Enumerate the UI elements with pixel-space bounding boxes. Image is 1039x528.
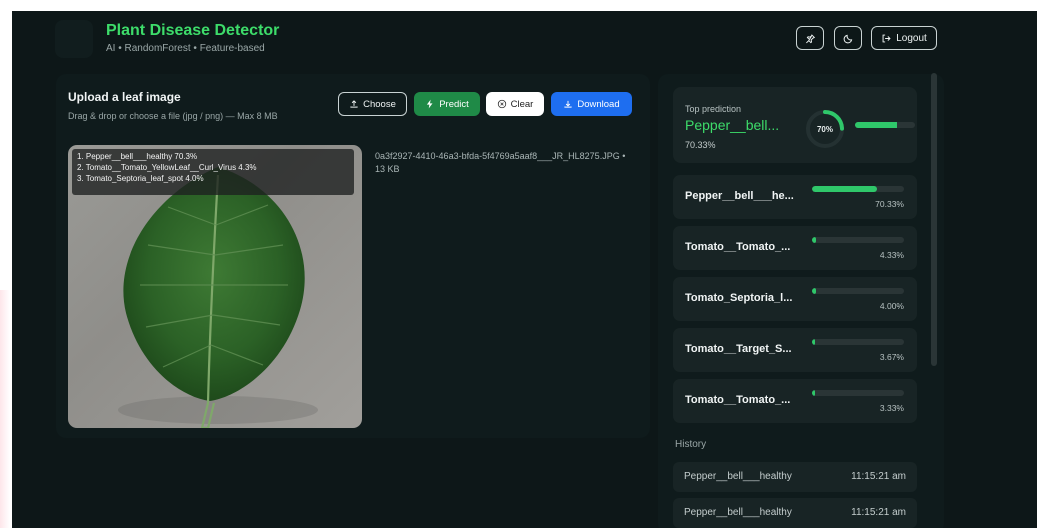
pin-button[interactable] bbox=[796, 26, 824, 50]
app-logo bbox=[55, 20, 93, 58]
theme-toggle-button[interactable] bbox=[834, 26, 862, 50]
prediction-percent: 4.00% bbox=[879, 301, 904, 311]
lightning-icon bbox=[427, 99, 433, 109]
prediction-name: Tomato_Septoria_l... bbox=[685, 292, 793, 304]
history-item-name: Pepper__bell___healthy bbox=[684, 471, 792, 482]
prediction-bar-fill bbox=[812, 237, 816, 243]
prediction-name: Tomato__Tomato_... bbox=[685, 241, 791, 253]
top-prediction-bar-fill bbox=[855, 122, 898, 128]
moon-icon bbox=[843, 34, 852, 43]
prediction-percent: 4.33% bbox=[879, 250, 904, 260]
upload-subtitle: Drag & drop or choose a file (jpg / png)… bbox=[68, 111, 278, 121]
history-item[interactable]: Pepper__bell___healthy 11:15:21 am bbox=[673, 462, 917, 492]
history-item-name: Pepper__bell___healthy bbox=[684, 507, 792, 518]
prediction-name: Tomato__Tomato_... bbox=[685, 394, 791, 406]
top-prediction-card: Top prediction Pepper__bell... 70.33% 70… bbox=[673, 87, 917, 163]
upload-panel: Upload a leaf image Drag & drop or choos… bbox=[56, 74, 650, 438]
choose-label: Choose bbox=[363, 98, 396, 110]
file-info: 0a3f2927-4410-46a3-bfda-5f4769a5aaf8___J… bbox=[375, 151, 626, 174]
prediction-card: Pepper__bell___he... 70.33% bbox=[673, 175, 917, 219]
prediction-name: Pepper__bell___he... bbox=[685, 190, 794, 202]
prediction-bar-fill bbox=[812, 288, 816, 294]
prediction-bar-fill bbox=[812, 390, 816, 396]
leaf-image-preview: 1. Pepper__bell___healthy 70.3% 2. Tomat… bbox=[68, 145, 362, 428]
prediction-bar-fill bbox=[812, 339, 816, 345]
upload-title: Upload a leaf image bbox=[68, 90, 181, 104]
app-title: Plant Disease Detector bbox=[106, 22, 280, 39]
prediction-name: Tomato__Target_S... bbox=[685, 343, 792, 355]
clear-label: Clear bbox=[510, 98, 534, 110]
prediction-card: Tomato_Septoria_l... 4.00% bbox=[673, 277, 917, 321]
download-icon bbox=[564, 100, 572, 108]
prediction-bar bbox=[812, 339, 904, 345]
download-label: Download bbox=[577, 98, 620, 110]
upload-icon bbox=[350, 100, 358, 108]
history-item-time: 11:15:21 am bbox=[851, 507, 906, 518]
top-prediction-label: Top prediction bbox=[685, 104, 742, 114]
prediction-percent: 70.33% bbox=[875, 199, 904, 209]
prediction-bar bbox=[812, 186, 904, 192]
download-button[interactable]: Download bbox=[551, 92, 632, 116]
predict-label: Predict bbox=[439, 98, 469, 110]
top-prediction-bar bbox=[855, 122, 915, 128]
logout-label: Logout bbox=[896, 32, 927, 44]
prediction-card: Tomato__Tomato_... 4.33% bbox=[673, 226, 917, 270]
prediction-bar bbox=[812, 237, 904, 243]
history-title: History bbox=[675, 439, 707, 450]
logout-button[interactable]: Logout bbox=[871, 26, 937, 50]
clear-icon bbox=[497, 99, 506, 109]
overlay-line: 2. Tomato__Tomato_YellowLeaf__Curl_Virus… bbox=[77, 163, 257, 172]
prediction-bar-fill bbox=[812, 186, 877, 192]
prediction-card: Tomato__Target_S... 3.67% bbox=[673, 328, 917, 372]
overlay-line: 1. Pepper__bell___healthy 70.3% bbox=[77, 152, 198, 161]
predict-button[interactable]: Predict bbox=[414, 92, 480, 116]
history-item-time: 11:15:21 am bbox=[851, 471, 906, 482]
top-prediction-percent: 70.33% bbox=[685, 140, 716, 150]
prediction-bar bbox=[812, 288, 904, 294]
prediction-overlay: 1. Pepper__bell___healthy 70.3% 2. Tomat… bbox=[72, 149, 354, 195]
history-item[interactable]: Pepper__bell___healthy 11:15:21 am bbox=[673, 498, 917, 528]
choose-button[interactable]: Choose bbox=[338, 92, 407, 116]
app-subtitle: AI • RandomForest • Feature-based bbox=[106, 43, 265, 54]
top-prediction-name: Pepper__bell... bbox=[685, 117, 780, 133]
overlay-line: 3. Tomato_Septoria_leaf_spot 4.0% bbox=[77, 174, 204, 183]
gauge-percent: 70% bbox=[816, 124, 833, 134]
prediction-percent: 3.67% bbox=[879, 352, 904, 362]
clear-button[interactable]: Clear bbox=[486, 92, 544, 116]
results-scrollbar[interactable] bbox=[931, 73, 937, 366]
page-edge bbox=[0, 290, 10, 528]
pin-icon bbox=[805, 33, 815, 43]
prediction-card: Tomato__Tomato_... 3.33% bbox=[673, 379, 917, 423]
prediction-percent: 3.33% bbox=[879, 403, 904, 413]
prediction-bar bbox=[812, 390, 904, 396]
logout-icon bbox=[882, 34, 891, 42]
app-window: Plant Disease Detector AI • RandomForest… bbox=[12, 11, 1037, 528]
